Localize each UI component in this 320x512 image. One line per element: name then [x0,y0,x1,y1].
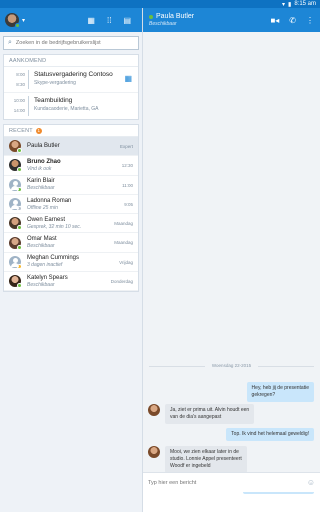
meeting-title: Teambuilding [34,97,73,104]
presence-dot [15,23,20,28]
status-time: 8:15 am [294,1,316,7]
contact-name: Ladonna Roman [27,197,72,204]
message-input[interactable] [148,479,307,486]
composer[interactable]: ☺ [143,472,320,492]
unread-badge: 1 [35,128,42,134]
avatar [9,236,22,250]
left-app-bar: ▾ ▦ ⁞⁞ ▤ [0,8,142,32]
meeting-item[interactable]: 8:00 8:30 Statusvergadering Contoso Skyp… [4,67,138,93]
contact-time: Expert [119,144,133,149]
left-pane: ▾ ▦ ⁞⁞ ▤ ⌕ AANKOMEND 8:00 8:30 Statusver… [0,8,143,512]
calendar-icon[interactable]: ▦ [87,16,95,25]
conversation-header: Paula Butler Beschikbaar ■◂ ✆ ⋮ [143,8,320,32]
contacts-icon[interactable]: ▤ [123,16,131,25]
meeting-title: Statusvergadering Contoso [34,71,113,78]
contact-status: Vind ik ook [27,165,52,172]
search-box[interactable]: ⌕ [3,36,139,50]
presence-dot [17,263,22,269]
upcoming-header: AANKOMEND [4,55,138,67]
contact-item[interactable]: Ladonna Roman Offline 25 min 9:05 [4,195,138,215]
contact-name: Karin Blair [27,178,55,185]
presence-dot [17,225,22,231]
contact-time: 11:00 [122,182,133,188]
contact-time: Vrijdag [119,259,133,265]
conversation-pane: Paula Butler Beschikbaar ■◂ ✆ ⋮ Woensdag… [143,8,320,512]
message-bubble-incoming: Ja, ziet er prima uit. Alvin houdt een v… [165,404,255,424]
contact-name: Meghan Cummings [27,255,80,262]
meeting-end: 14:00 [13,108,25,113]
contact-time: 9:05 [124,201,133,207]
avatar [9,198,22,212]
emoji-icon[interactable]: ☺ [307,478,315,487]
contact-status: 3 dagen inactief [27,262,63,269]
my-avatar[interactable] [5,13,20,28]
battery-icon: ▮ [288,1,292,8]
meeting-times: 10:00 14:00 [9,96,29,116]
contact-item[interactable]: Omar Mast Beschikbaar Maandag [4,233,138,253]
presence-dot [17,167,22,173]
wifi-icon: ▾ [281,1,285,8]
avatar [9,217,22,231]
message-bubble-outgoing: Top. Ik vind het helemaal geweldig! [226,428,314,441]
search-input[interactable] [15,40,126,46]
meeting-start: 10:00 [13,98,25,103]
avatar [9,255,22,269]
message-bubble-incoming: Mooi, we zien elkaar later in de studio.… [165,446,247,473]
avatar [148,404,160,416]
recent-header: RECENT [9,128,33,134]
more-menu-icon[interactable]: ⋮ [306,16,314,25]
meeting-subtitle: Kundacaoderie, Marietta, GA [34,106,99,112]
avatar [9,159,22,173]
avatar [9,275,22,289]
avatar [9,140,22,154]
status-bar: ▾ ▮ 8:15 am [0,0,320,8]
conversation-contact-name[interactable]: Paula Butler [156,13,194,20]
meeting-item[interactable]: 10:00 14:00 Teambuilding Kundacaoderie, … [4,93,138,119]
presence-dot [149,14,153,19]
avatar [148,446,160,458]
contact-item[interactable]: Owen Earnest Gesprek, 32 min 10 sec. Maa… [4,214,138,234]
message-bubble-outgoing: Hey, heb jij de presentatie gekregen? [246,382,314,402]
recent-header-row: RECENT 1 [4,125,138,137]
contact-time: Donderdag [110,279,133,285]
join-meeting-icon[interactable]: ▦ [124,74,132,83]
contact-time: Maandag [114,221,133,227]
upcoming-card: AANKOMEND 8:00 8:30 Statusvergadering Co… [3,54,139,120]
contact-status: Beschikbaar [27,185,55,192]
contact-name: Bruno Zhao [27,158,61,165]
presence-dot [17,206,22,212]
contact-time: Maandag [114,240,133,246]
contact-time: 12:30 [121,163,133,169]
message-area[interactable]: Woensdag 22-2015 Hey, heb jij de present… [143,32,320,494]
contact-item[interactable]: Bruno Zhao Vind ik ook 12:30 [4,156,138,176]
presence-dot [17,186,22,192]
dialpad-icon[interactable]: ⁞⁞ [107,16,111,25]
avatar [9,178,22,192]
contact-item[interactable]: Katelyn Spears Beschikbaar Donderdag [4,272,138,292]
contact-item[interactable]: Meghan Cummings 3 dagen inactief Vrijdag [4,253,138,273]
conversation-contact-status: Beschikbaar [149,21,177,27]
presence-dot [17,283,22,289]
contact-item[interactable]: Paula Butler Expert [4,137,138,157]
video-call-icon[interactable]: ■◂ [270,16,279,25]
search-icon: ⌕ [8,39,12,46]
presence-dot [17,148,22,154]
meeting-subtitle: Skype-vergadering [34,80,76,86]
contact-name: Paula Butler [27,142,60,149]
meeting-times: 8:00 8:30 [9,70,29,89]
phone-icon[interactable]: ✆ [289,16,296,25]
date-separator: Woensdag 22-2015 [143,363,320,368]
contact-status: Offline 25 min [27,204,58,211]
presence-dot [17,244,22,250]
chevron-down-icon[interactable]: ▾ [22,17,25,24]
recent-card: RECENT 1 Paula Butler Expert Bruno Zhao … [3,124,139,293]
contact-item[interactable]: Karin Blair Beschikbaar 11:00 [4,176,138,195]
meeting-start: 8:00 [16,72,25,77]
meeting-end: 8:30 [16,82,25,87]
